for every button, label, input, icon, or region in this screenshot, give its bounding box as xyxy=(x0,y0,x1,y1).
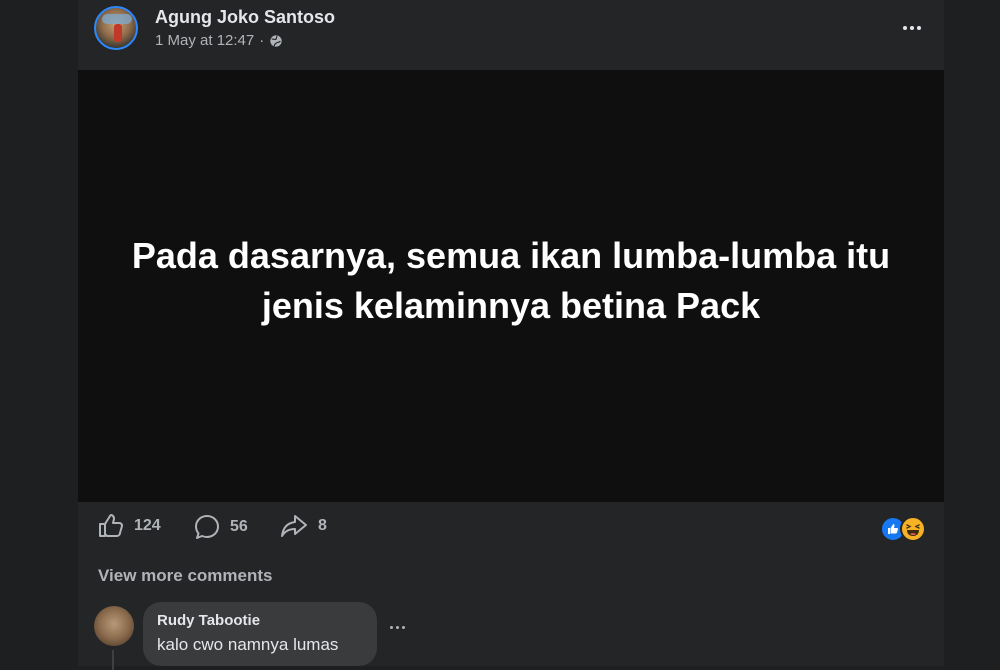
like-icon xyxy=(99,514,123,537)
globe-icon xyxy=(270,34,282,47)
comment-icon xyxy=(195,515,219,539)
haha-reaction-icon xyxy=(900,516,926,542)
commenter-avatar[interactable] xyxy=(94,606,134,646)
author-avatar[interactable] xyxy=(94,6,138,50)
post-timestamp[interactable]: 1 May at 12:47 xyxy=(155,32,254,49)
comment-text: kalo cwo namnya lumas xyxy=(157,635,339,654)
author-name[interactable]: Agung Joko Santoso xyxy=(155,7,335,28)
share-button[interactable]: 8 xyxy=(280,514,327,538)
reaction-summary[interactable] xyxy=(880,516,926,542)
more-icon xyxy=(390,626,405,629)
comment-count: 56 xyxy=(230,518,248,535)
thread-line xyxy=(112,650,114,670)
comment-bubble: Rudy Tabootie kalo cwo namnya lumas xyxy=(143,602,377,666)
more-icon xyxy=(903,26,921,30)
post-header: Agung Joko Santoso 1 May at 12:47 · xyxy=(78,0,944,70)
comment-button[interactable]: 56 xyxy=(194,514,248,540)
post-card: Agung Joko Santoso 1 May at 12:47 · Pada… xyxy=(78,0,944,670)
post-text-background[interactable]: Pada dasarnya, semua ikan lumba-lumba it… xyxy=(78,70,944,502)
meta-separator: · xyxy=(259,32,265,49)
share-icon xyxy=(281,515,307,537)
post-options-button[interactable] xyxy=(898,14,926,42)
post-meta: 1 May at 12:47 · xyxy=(155,32,283,49)
like-count: 124 xyxy=(134,517,161,534)
view-more-comments-link[interactable]: View more comments xyxy=(98,566,272,586)
like-button[interactable]: 124 xyxy=(98,514,161,538)
post-text: Pada dasarnya, semua ikan lumba-lumba it… xyxy=(131,235,891,326)
post-actions-bar: 124 56 8 xyxy=(78,502,944,554)
share-count: 8 xyxy=(318,517,327,534)
commenter-name[interactable]: Rudy Tabootie xyxy=(157,612,363,629)
comment-options-button[interactable] xyxy=(390,626,405,629)
